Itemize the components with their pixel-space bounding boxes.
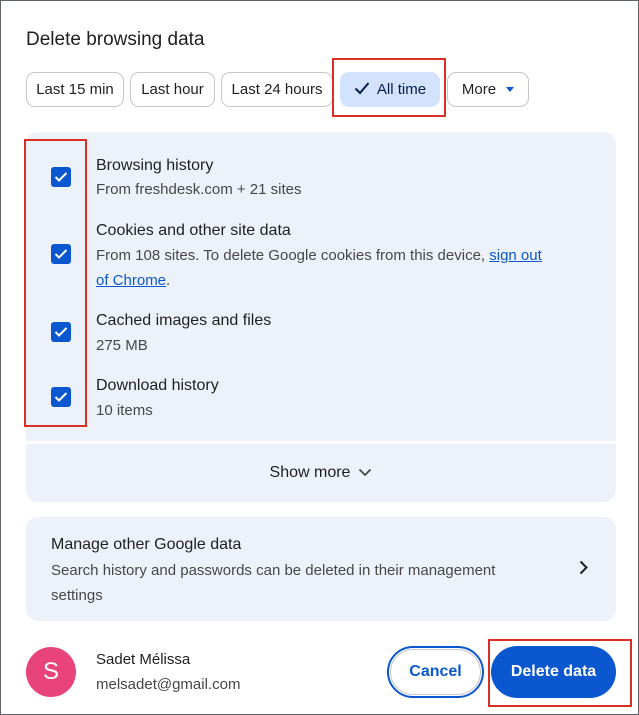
item-title: Browsing history	[96, 157, 214, 174]
chevron-right-icon	[579, 560, 588, 580]
show-more-label: Show more	[269, 464, 351, 481]
chip-label: All time	[376, 81, 427, 98]
chip-label: Last 24 hours	[231, 81, 323, 98]
manage-title: Manage other Google data	[51, 536, 242, 553]
item-subtitle-text: From 108 sites. To delete Google cookies…	[96, 247, 486, 264]
item-subtitle: From freshdesk.com + 21 sites	[96, 181, 302, 198]
chip-last-24-hours[interactable]: Last 24 hours	[221, 72, 333, 107]
manage-description-line2: settings	[51, 587, 103, 604]
delete-browsing-data-dialog: Delete browsing data Last 15 min Last ho…	[0, 0, 639, 715]
dropdown-caret-icon	[506, 87, 515, 92]
chip-label: Last hour	[141, 81, 204, 98]
item-subtitle: 275 MB	[96, 337, 148, 354]
check-icon	[354, 81, 370, 99]
checkmark-icon	[54, 172, 68, 182]
item-subtitle-suffix: .	[166, 272, 171, 289]
checkmark-icon	[54, 327, 68, 337]
checkbox-download-history[interactable]	[51, 387, 71, 407]
chip-more-dropdown[interactable]: More	[447, 72, 529, 107]
chip-label: More	[461, 81, 497, 98]
checkbox-cookies[interactable]	[51, 244, 71, 264]
manage-description: Search history and passwords can be dele…	[51, 558, 551, 608]
chevron-down-icon	[358, 464, 372, 482]
chip-label: Last 15 min	[36, 81, 114, 98]
sign-out-link[interactable]: sign out	[489, 247, 542, 264]
item-title: Cookies and other site data	[96, 222, 291, 239]
account-email: melsadet@gmail.com	[96, 676, 241, 693]
show-more-button[interactable]: Show more	[26, 444, 616, 502]
checkbox-cached-images[interactable]	[51, 322, 71, 342]
checkmark-icon	[54, 392, 68, 402]
chip-all-time[interactable]: All time	[340, 72, 440, 107]
manage-description-line1: Search history and passwords can be dele…	[51, 562, 496, 579]
item-subtitle: From 108 sites. To delete Google cookies…	[96, 243, 586, 293]
checkmark-icon	[54, 249, 68, 259]
account-name: Sadet Mélissa	[96, 651, 191, 668]
checkbox-browsing-history[interactable]	[51, 167, 71, 187]
sign-out-link-continued[interactable]: of Chrome	[96, 272, 166, 289]
chip-last-15-min[interactable]: Last 15 min	[26, 72, 124, 107]
item-title: Download history	[96, 377, 219, 394]
item-title: Cached images and files	[96, 312, 272, 329]
chip-last-hour[interactable]: Last hour	[130, 72, 215, 107]
manage-google-data-row[interactable]: Manage other Google data Search history …	[26, 517, 616, 621]
dialog-title: Delete browsing data	[26, 29, 205, 50]
cancel-button[interactable]: Cancel	[387, 646, 484, 698]
delete-data-button[interactable]: Delete data	[491, 646, 616, 698]
avatar: S	[26, 647, 76, 697]
item-subtitle: 10 items	[96, 402, 153, 419]
